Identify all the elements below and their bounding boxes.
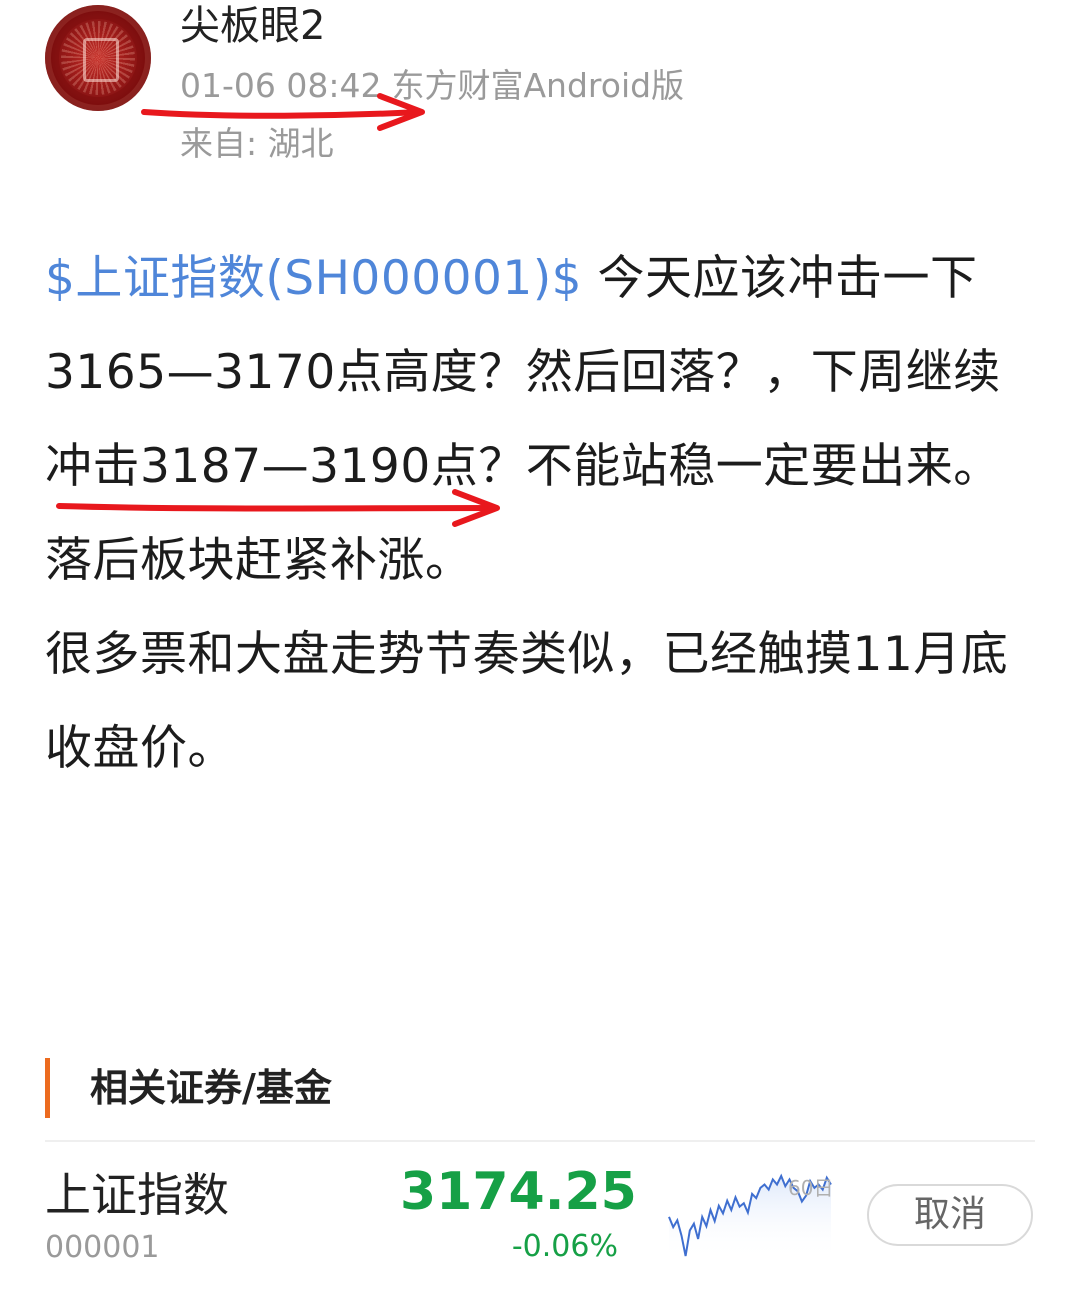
post-paragraph-3: 很多票和大盘走势节奏类似，已经触摸11月底收盘价。 (45, 627, 1009, 776)
stock-code: 000001 (45, 1230, 160, 1265)
post-paragraph-1: $上证指数(SH000001)$ 今天应该冲击一下3165—3170点高度？然后… (45, 232, 1035, 514)
author-name[interactable]: 尖板眼2 (180, 2, 325, 50)
stock-change: -0.06% (511, 1229, 618, 1264)
divider (45, 1140, 1035, 1142)
stock-price: 3174.25 (400, 1162, 637, 1222)
avatar[interactable] (45, 5, 151, 111)
section-accent-bar (45, 1058, 50, 1118)
related-section-title: 相关证券/基金 (90, 1066, 332, 1110)
annotation-arrow-meta (141, 93, 425, 131)
annotation-arrow-text (56, 489, 500, 527)
post-source: 东方财富Android版 (391, 66, 685, 105)
avatar-seal-mark (83, 38, 119, 82)
stock-link[interactable]: $上证指数(SH000001)$ (45, 251, 582, 306)
cancel-follow-button[interactable]: 取消 (867, 1184, 1033, 1246)
post-paragraph-2: 落后板块赶紧补涨。 (45, 533, 473, 588)
stock-name[interactable]: 上证指数 (45, 1166, 229, 1224)
sparkline-period-label: 60日 (788, 1176, 834, 1200)
